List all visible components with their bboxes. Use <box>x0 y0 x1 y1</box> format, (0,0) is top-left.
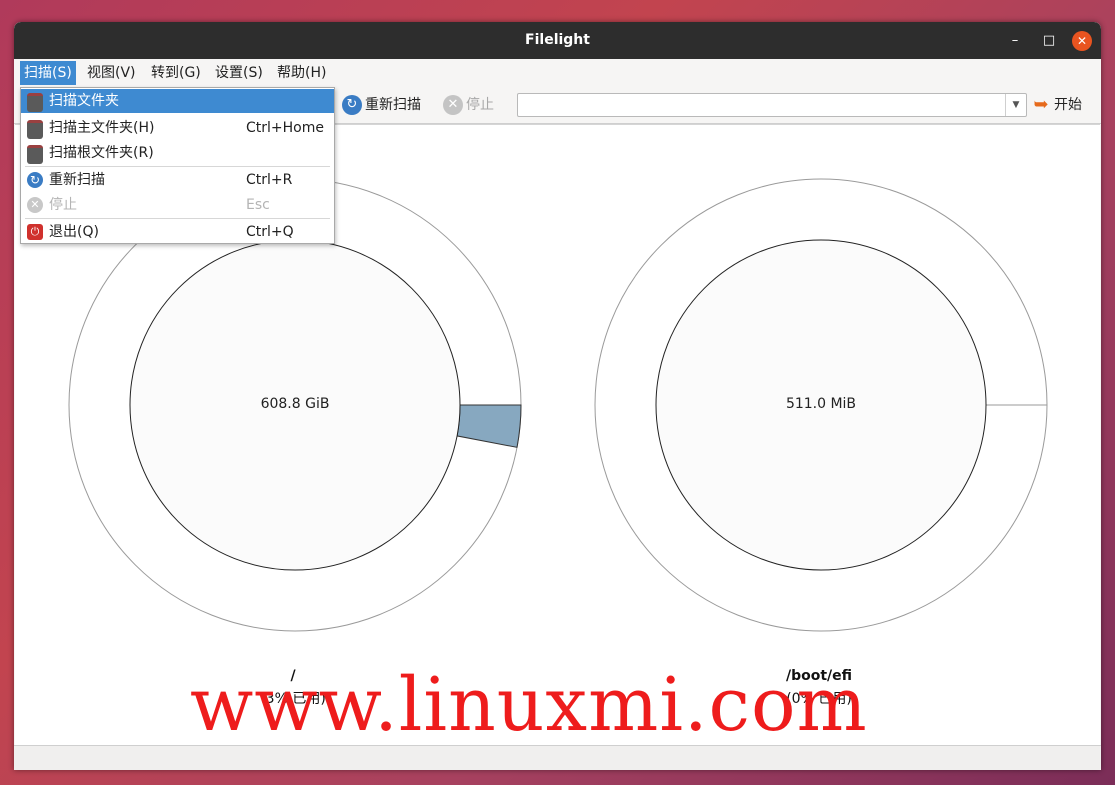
menu-item-shortcut: Ctrl+Home <box>246 120 324 136</box>
minimize-button[interactable]: – <box>1005 31 1025 51</box>
menu-item-rescan[interactable]: ↻ 重新扫描 Ctrl+R <box>21 168 334 192</box>
close-button[interactable]: ✕ <box>1072 31 1092 51</box>
menu-scan[interactable]: 扫描(S) <box>20 61 76 85</box>
refresh-icon: ↻ <box>27 172 43 188</box>
menu-item-label: 停止 <box>49 197 77 213</box>
folder-icon <box>27 93 43 112</box>
disk-boot-efi-usage: (0% 已用) <box>786 691 852 707</box>
menu-item-stop[interactable]: ✕ 停止 Esc <box>21 193 334 217</box>
scan-menu-dropdown: 扫描文件夹 扫描主文件夹(H) Ctrl+Home 扫描根文件夹(R) ↻ 重新… <box>20 87 335 244</box>
menu-separator <box>25 218 330 219</box>
menu-item-label: 扫描文件夹 <box>49 93 119 109</box>
rescan-label: 重新扫描 <box>365 97 421 113</box>
disk-boot-efi-size: 511.0 MiB <box>785 396 857 412</box>
menu-item-label: 扫描主文件夹(H) <box>49 120 155 136</box>
menu-separator <box>25 166 330 167</box>
disk-boot-efi-name: /boot/efi <box>785 668 853 684</box>
rescan-button[interactable]: ↻ 重新扫描 <box>342 93 421 117</box>
status-bar <box>14 745 1101 770</box>
disk-root-name: / <box>290 668 296 684</box>
stop-icon: ✕ <box>27 197 43 213</box>
disk-root-usage: (3% 已用) <box>260 691 326 707</box>
window-title: Filelight <box>525 32 590 48</box>
menu-item-shortcut: Ctrl+Q <box>246 224 294 240</box>
root-folder-icon <box>27 145 43 164</box>
menu-item-shortcut: Ctrl+R <box>246 172 293 188</box>
go-arrow-icon: ➥ <box>1033 94 1049 115</box>
stop-icon: ✕ <box>443 95 463 115</box>
menu-help[interactable]: 帮助(H) <box>273 61 330 85</box>
title-bar: Filelight – □ ✕ <box>14 22 1101 59</box>
maximize-button[interactable]: □ <box>1039 31 1059 51</box>
stop-label: 停止 <box>466 97 494 113</box>
menu-item-label: 退出(Q) <box>49 224 99 240</box>
menu-bar: 扫描(S) 视图(V) 转到(G) 设置(S) 帮助(H) <box>14 59 1101 87</box>
menu-item-scan-folder[interactable]: 扫描文件夹 <box>21 89 334 113</box>
disk-root-size: 608.8 GiB <box>260 396 330 412</box>
menu-item-shortcut: Esc <box>246 197 270 213</box>
path-input[interactable]: ▼ <box>517 93 1027 117</box>
path-dropdown-arrow[interactable]: ▼ <box>1005 94 1026 116</box>
refresh-icon: ↻ <box>342 95 362 115</box>
menu-item-label: 扫描根文件夹(R) <box>49 145 154 161</box>
go-button[interactable]: ➥ 开始 <box>1031 93 1082 117</box>
go-label: 开始 <box>1054 97 1082 113</box>
power-icon: ⏻ <box>27 224 43 240</box>
menu-item-label: 重新扫描 <box>49 172 105 188</box>
menu-view[interactable]: 视图(V) <box>83 61 140 85</box>
menu-go[interactable]: 转到(G) <box>147 61 205 85</box>
stop-button[interactable]: ✕ 停止 <box>443 93 494 117</box>
home-folder-icon <box>27 120 43 139</box>
menu-item-scan-root[interactable]: 扫描根文件夹(R) <box>21 141 334 165</box>
menu-item-quit[interactable]: ⏻ 退出(Q) Ctrl+Q <box>21 220 334 244</box>
menu-item-scan-home[interactable]: 扫描主文件夹(H) Ctrl+Home <box>21 116 334 140</box>
menu-settings[interactable]: 设置(S) <box>211 61 267 85</box>
